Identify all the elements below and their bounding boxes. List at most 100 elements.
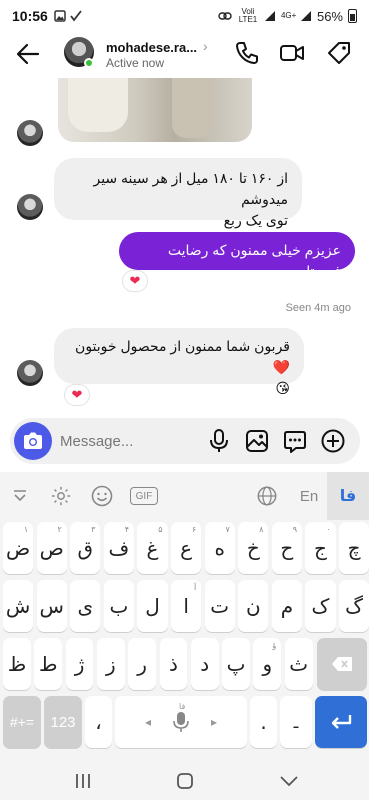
key-glyph: ر xyxy=(137,652,147,676)
key-row1-3[interactable]: ف۴ xyxy=(103,522,134,574)
key-row3-0[interactable]: ظ xyxy=(3,638,31,690)
key-row2-4[interactable]: ل xyxy=(137,580,168,632)
collapse-keyboard-icon[interactable] xyxy=(10,484,30,508)
key-row1-10[interactable]: چ xyxy=(339,522,369,574)
chat-header: mohadese.ra... › Active now xyxy=(0,32,369,78)
key-row2-7[interactable]: ن xyxy=(238,580,269,632)
message-input[interactable] xyxy=(60,430,200,452)
key-row2-1[interactable]: س xyxy=(36,580,67,632)
key-row2-5[interactable]: اآ xyxy=(171,580,202,632)
key-glyph: گ xyxy=(345,594,364,618)
contact-name[interactable]: mohadese.ra... xyxy=(106,40,197,55)
period-key[interactable]: . xyxy=(250,696,277,748)
key-row3-1[interactable]: ط xyxy=(34,638,63,690)
key-row2-3[interactable]: ب xyxy=(103,580,134,632)
key-hint: ۶ xyxy=(191,525,197,534)
sender-avatar[interactable] xyxy=(17,194,43,220)
language-fa[interactable]: فا xyxy=(327,472,369,520)
back-arrow-icon[interactable] xyxy=(14,40,42,68)
key-row2-6[interactable]: ت xyxy=(204,580,235,632)
chevron-right-icon[interactable]: › xyxy=(203,38,208,54)
key-row2-10[interactable]: گ xyxy=(339,580,369,632)
contact-status: Active now xyxy=(106,56,165,70)
key-row2-8[interactable]: م xyxy=(271,580,302,632)
gallery-icon[interactable] xyxy=(244,428,270,454)
sender-avatar[interactable] xyxy=(17,360,43,386)
key-glyph: ی xyxy=(77,594,94,618)
video-camera-icon[interactable] xyxy=(279,40,305,66)
key-glyph: ل xyxy=(145,594,160,618)
key-glyph: ا xyxy=(183,594,189,618)
comma-key[interactable]: ، xyxy=(85,696,112,748)
language-en[interactable]: En xyxy=(296,484,322,508)
check-notification-icon xyxy=(70,10,82,22)
chat-bubble-icon[interactable] xyxy=(282,428,308,454)
key-glyph: ت xyxy=(210,594,230,618)
key-row3-8[interactable]: وؤ xyxy=(253,638,282,690)
key-row1-8[interactable]: ح۹ xyxy=(271,522,302,574)
microphone-icon[interactable] xyxy=(206,428,232,454)
home-icon[interactable] xyxy=(172,768,198,794)
plus-circle-icon[interactable] xyxy=(320,428,346,454)
key-row2-0[interactable]: ش xyxy=(3,580,34,632)
message-bubble-incoming[interactable]: قربون شما ممنون از محصول خوبتون ❤️ 😘 xyxy=(54,328,304,396)
sender-avatar[interactable] xyxy=(17,120,43,146)
key-row1-0[interactable]: ض۱ xyxy=(3,522,34,574)
network-label-1: Voli LTE1 xyxy=(238,7,258,24)
signal-icon-2 xyxy=(300,11,311,21)
space-left-arrow-icon: ◂ xyxy=(145,715,152,729)
key-row3-9[interactable]: ث xyxy=(284,638,313,690)
message-composer xyxy=(10,418,360,464)
numbers-key[interactable]: 123 xyxy=(44,696,82,748)
key-row2-2[interactable]: ی xyxy=(70,580,101,632)
key-row3-7[interactable]: پ xyxy=(222,638,250,690)
back-chevron-icon[interactable] xyxy=(276,768,302,794)
key-row1-2[interactable]: ق۳ xyxy=(70,522,101,574)
key-row2-9[interactable]: ک xyxy=(305,580,336,632)
recent-apps-icon[interactable] xyxy=(70,768,96,794)
key-row1-9[interactable]: ج۰ xyxy=(305,522,336,574)
zwnj-key[interactable]: ـ‌ xyxy=(280,696,312,748)
key-row1-5[interactable]: ع۶ xyxy=(171,522,202,574)
globe-icon[interactable] xyxy=(256,484,278,508)
symbols-key[interactable]: #+= xyxy=(3,696,41,748)
tag-icon[interactable] xyxy=(326,40,352,66)
key-row3-3[interactable]: ز xyxy=(96,638,125,690)
key-glyph: ف xyxy=(108,536,130,560)
key-hint: ۳ xyxy=(91,525,96,534)
key-row3-2[interactable]: ژ xyxy=(65,638,94,690)
key-glyph: د xyxy=(200,652,210,676)
key-row1-1[interactable]: ص۲ xyxy=(36,522,67,574)
status-right: Voli LTE1 4G+ 56% xyxy=(218,8,357,24)
system-nav-bar xyxy=(0,762,369,800)
key-hint: ۰ xyxy=(326,525,331,534)
key-row3-4[interactable]: ر xyxy=(128,638,157,690)
heart-reaction-icon[interactable]: ❤ xyxy=(64,384,90,406)
key-row1-6[interactable]: ه۷ xyxy=(204,522,235,574)
key-row1-4[interactable]: غ۵ xyxy=(137,522,168,574)
space-key[interactable]: ◂ ▸ فا xyxy=(115,696,247,748)
key-row3-6[interactable]: د xyxy=(190,638,219,690)
message-bubble-incoming[interactable]: از ۱۶۰ تا ۱۸۰ میل از هر سینه سیر میدوشم … xyxy=(54,158,302,228)
key-row1-7[interactable]: خ۸ xyxy=(238,522,269,574)
seen-indicator: Seen 4m ago xyxy=(285,302,351,314)
message-image[interactable] xyxy=(58,78,252,142)
camera-button[interactable] xyxy=(14,422,52,460)
dm-screen: 10:56 Voli LTE1 4G+ 56% mohadese.ra... ›… xyxy=(0,0,369,800)
heart-reaction-icon[interactable]: ❤ xyxy=(122,270,148,292)
key-row3-5[interactable]: ذ xyxy=(159,638,188,690)
key-hint: ۴ xyxy=(124,525,129,534)
emoji-icon[interactable] xyxy=(90,484,114,508)
key-glyph: ظ xyxy=(7,652,27,676)
key-glyph: ث xyxy=(289,652,309,676)
phone-icon[interactable] xyxy=(234,40,260,66)
key-glyph: م xyxy=(280,594,294,618)
backspace-key[interactable] xyxy=(317,638,367,690)
settings-gear-icon[interactable] xyxy=(50,484,72,508)
enter-key[interactable] xyxy=(315,696,367,748)
message-bubble-outgoing[interactable]: عزیزم خیلی ممنون که رضایت فرستادید xyxy=(119,232,355,279)
space-language-label: فا xyxy=(179,702,186,711)
gif-button[interactable]: GIF xyxy=(130,487,158,505)
key-hint: ۱ xyxy=(23,525,29,534)
key-hint: ۵ xyxy=(158,525,163,534)
